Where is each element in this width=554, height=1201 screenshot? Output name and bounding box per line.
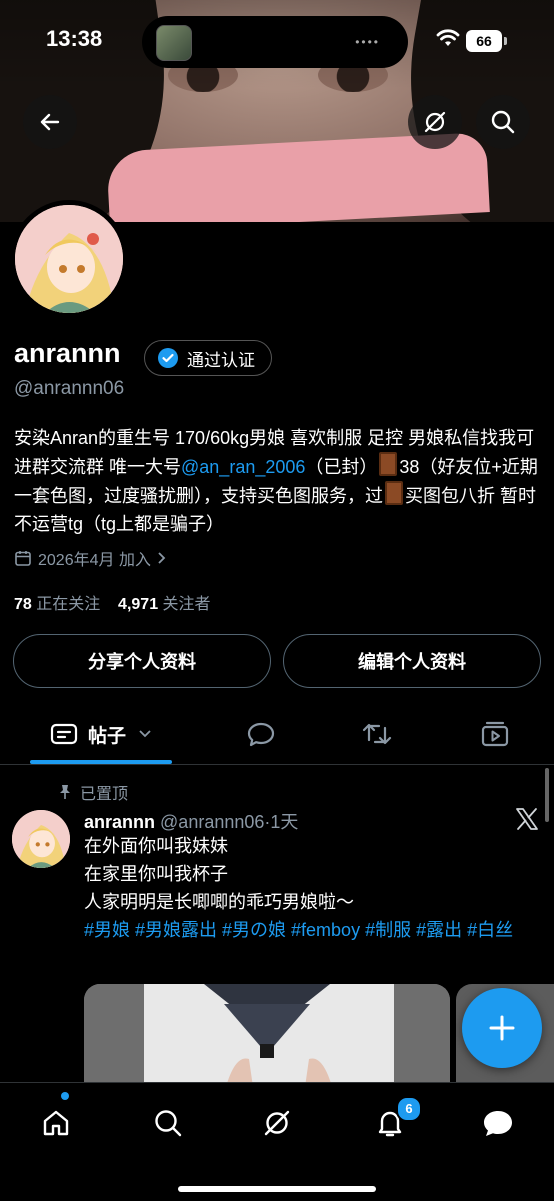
plus-icon <box>489 1015 515 1041</box>
grok-icon <box>264 1110 290 1136</box>
bio-text-2: （已封） <box>305 457 378 477</box>
post-line-1: 在外面你叫我妹妹 <box>84 836 228 856</box>
verified-badge[interactable]: 通过认证 <box>144 340 272 376</box>
post-time[interactable]: 1天 <box>270 812 298 832</box>
following-link[interactable]: 78 正在关注 <box>14 596 100 613</box>
bottom-navigation <box>0 1082 554 1201</box>
battery-indicator: 66 <box>466 30 507 52</box>
bio-mention-link[interactable]: @an_ran_2006 <box>181 457 305 477</box>
home-icon <box>43 1110 69 1136</box>
door-emoji-icon <box>379 452 398 476</box>
status-bar: 13:38 •••• 66 <box>0 0 554 80</box>
notifications-badge: 6 <box>396 1096 422 1122</box>
wifi-icon <box>436 29 460 46</box>
home-indicator[interactable] <box>178 1186 376 1192</box>
joined-label: 2026年4月 加入 <box>38 552 151 569</box>
post-author-name[interactable]: anrannn <box>84 812 155 832</box>
compose-button[interactable] <box>462 988 542 1068</box>
joined-date[interactable]: 2026年4月 加入 <box>14 546 167 570</box>
chevron-right-icon <box>158 552 166 564</box>
search-button[interactable] <box>476 95 530 149</box>
back-arrow-icon <box>40 113 60 131</box>
followers-label: 关注者 <box>162 596 211 613</box>
video-icon <box>481 721 509 747</box>
active-tab-indicator <box>30 760 172 764</box>
posts-tab-icon <box>50 723 78 745</box>
pinned-label: 已置顶 <box>80 786 129 803</box>
following-label: 正在关注 <box>36 596 101 613</box>
profile-bio: 安染Anran的重生号 170/60kg男娘 喜欢制服 足控 男娘私信找我可进群… <box>14 424 544 538</box>
search-icon <box>155 1110 182 1137</box>
x-logo-icon[interactable] <box>514 806 540 832</box>
follow-stats: 78 正在关注 4,971 关注者 <box>14 590 211 614</box>
pin-icon <box>60 785 70 799</box>
tab-reposts[interactable] <box>352 704 402 764</box>
back-button[interactable] <box>23 95 77 149</box>
chevron-down-icon[interactable] <box>138 729 152 739</box>
followers-link[interactable]: 4,971 关注者 <box>118 596 211 613</box>
post-author-handle[interactable]: @anrannn06 <box>160 812 264 832</box>
status-time: 13:38 <box>46 26 103 51</box>
share-profile-button[interactable]: 分享个人资料 <box>13 634 271 688</box>
home-unread-dot <box>61 1092 69 1100</box>
nav-grok[interactable] <box>255 1101 299 1145</box>
tab-posts-label: 帖子 <box>87 725 126 747</box>
post-text: 在外面你叫我妹妹 在家里你叫我杯子 人家明明是长唧唧的乖巧男娘啦～ #男娘 #男… <box>84 832 544 944</box>
tab-media[interactable] <box>470 704 520 764</box>
island-dots: •••• <box>355 35 380 49</box>
grok-button[interactable] <box>408 95 462 149</box>
grok-icon <box>424 111 446 133</box>
profile-handle: @anrannn06 <box>14 378 125 399</box>
avatar-anime-image <box>15 205 123 313</box>
post-line-3: 人家明明是长唧唧的乖巧男娘啦～ <box>84 892 354 912</box>
display-name: anrannn <box>14 338 121 368</box>
following-count: 78 <box>14 596 32 613</box>
profile-avatar[interactable] <box>10 200 128 318</box>
post-media-image-1[interactable] <box>84 984 450 1094</box>
post-hashtags[interactable]: #男娘 #男娘露出 #男の娘 #femboy #制服 #露出 #白丝 <box>84 916 544 944</box>
calendar-icon <box>15 551 31 566</box>
reply-icon <box>247 722 275 747</box>
followers-count: 4,971 <box>118 596 159 613</box>
island-media-thumbnail <box>156 25 192 61</box>
nav-search[interactable] <box>146 1101 190 1145</box>
nav-messages[interactable] <box>476 1101 520 1145</box>
door-emoji-icon <box>385 481 403 505</box>
edit-profile-button[interactable]: 编辑个人资料 <box>283 634 541 688</box>
dynamic-island[interactable]: •••• <box>142 16 408 68</box>
tab-posts[interactable]: 帖子 <box>30 704 172 764</box>
post-line-2: 在家里你叫我杯子 <box>84 864 228 884</box>
post-author-avatar[interactable] <box>12 810 70 868</box>
post-header: anrannn @anrannn06·1天 <box>84 808 298 834</box>
search-icon <box>491 110 515 134</box>
profile-tabs: 帖子 <box>0 704 554 765</box>
chat-icon <box>484 1111 512 1136</box>
verified-check-icon <box>158 348 178 368</box>
pinned-indicator: 已置顶 <box>58 780 128 804</box>
tab-replies[interactable] <box>236 704 286 764</box>
verified-label: 通过认证 <box>187 350 255 370</box>
scrollbar[interactable] <box>545 768 549 822</box>
nav-home[interactable] <box>34 1101 78 1145</box>
repost-icon <box>362 723 392 745</box>
